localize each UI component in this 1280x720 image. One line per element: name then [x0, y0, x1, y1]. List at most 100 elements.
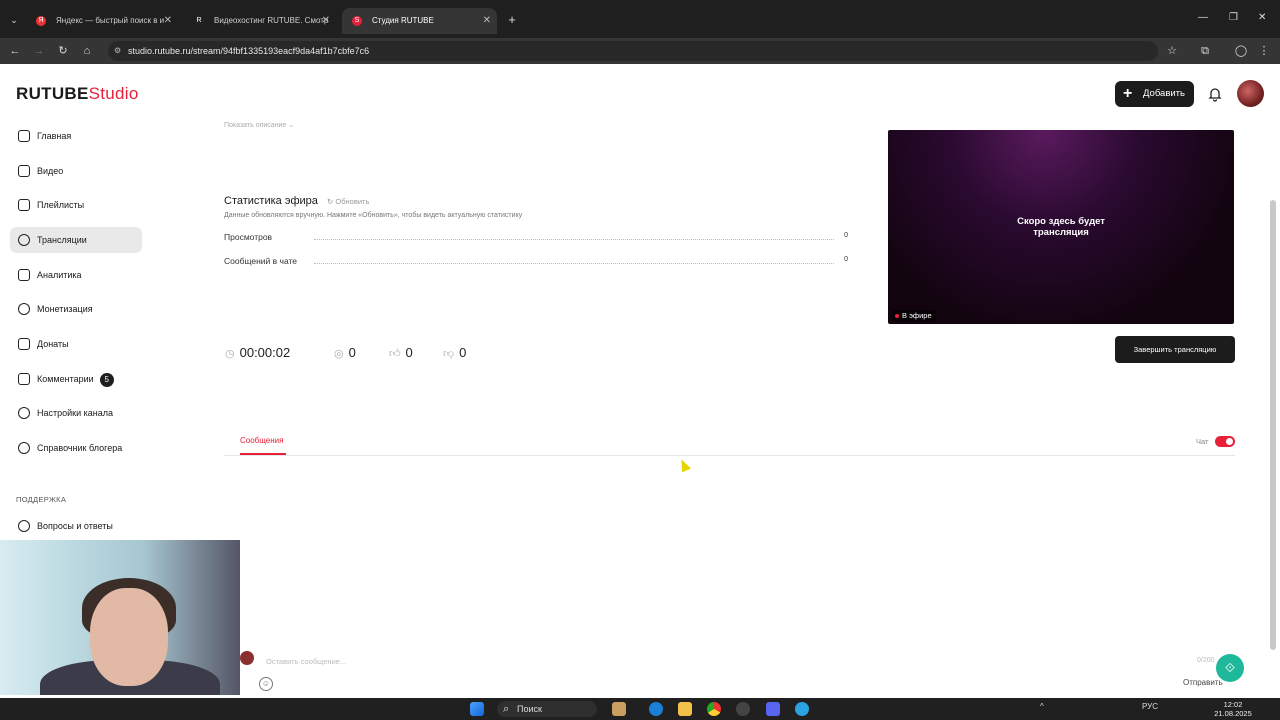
logo-studio-text: Studio — [88, 84, 139, 103]
bookmark-star-icon[interactable]: ☆ — [1164, 43, 1180, 59]
taskbar-search[interactable]: Поиск — [497, 701, 597, 717]
avatar[interactable] — [1237, 80, 1264, 107]
language-indicator[interactable]: РУС — [1142, 702, 1158, 711]
browser-tab[interactable]: R Видеохостинг RUTUBE. Смотр ✕ — [184, 8, 336, 34]
refresh-button[interactable]: ↻ Обновить — [327, 197, 369, 206]
extensions-icon[interactable]: ⧉ — [1197, 43, 1213, 59]
tab-title: Яндекс — быстрый поиск в и — [56, 16, 165, 25]
emoji-icon[interactable]: ☺ — [259, 677, 273, 691]
browser-tab[interactable]: Я Яндекс — быстрый поиск в и ✕ — [26, 8, 178, 34]
stats-note: Данные обновляются вручную. Нажмите «Обн… — [224, 212, 523, 219]
sidebar-item-comments[interactable]: Комментарии 5 — [10, 366, 142, 392]
analytics-icon — [18, 269, 30, 281]
support-chat-icon[interactable]: ⟐ — [1216, 654, 1244, 682]
close-icon[interactable]: ✕ — [164, 8, 172, 34]
taskbar-clock[interactable]: 12:02 21.08.2025 — [1213, 700, 1253, 718]
browser-tab-active[interactable]: S Студия RUTUBE ✕ — [342, 8, 497, 34]
live-badge: В эфире — [892, 310, 936, 322]
chat-avatar — [240, 651, 254, 665]
sidebar-item-blogger-guide[interactable]: Справочник блогера — [10, 435, 142, 461]
stat-row-chat-messages: Сообщений в чате 0 — [224, 256, 848, 268]
sidebar-item-label: Донаты — [37, 339, 69, 349]
sidebar-item-label: Плейлисты — [37, 200, 85, 210]
sidebar-item-home[interactable]: Главная — [10, 123, 142, 149]
reload-icon[interactable]: ↻ — [55, 43, 71, 59]
timer-value: 00:00:02 — [239, 345, 291, 360]
windows-start-icon[interactable] — [470, 702, 484, 716]
logo-text: RUTUBE — [16, 84, 89, 103]
sidebar-item-channel-settings[interactable]: Настройки канала — [10, 400, 142, 426]
webcam-overlay — [0, 540, 240, 695]
refresh-label: Обновить — [335, 197, 370, 206]
chevron-up-icon[interactable]: ^ — [1040, 702, 1044, 711]
stream-timer: ◷ 00:00:02 — [225, 344, 290, 362]
likes-count: 👍︎ 0 — [389, 344, 413, 362]
file-explorer-icon[interactable] — [678, 702, 692, 716]
forward-icon[interactable]: → — [31, 43, 47, 59]
obs-icon[interactable] — [736, 702, 750, 716]
sidebar-item-video[interactable]: Видео — [10, 158, 142, 184]
edge-icon[interactable] — [649, 702, 663, 716]
sidebar-item-donations[interactable]: Донаты — [10, 331, 142, 357]
home-icon — [18, 130, 30, 142]
telegram-icon[interactable] — [795, 702, 809, 716]
sidebar-item-analytics[interactable]: Аналитика — [10, 262, 142, 288]
stat-row-views: Просмотров 0 — [224, 232, 848, 244]
char-counter: 0/200 — [1197, 657, 1215, 664]
restore-icon[interactable]: ❐ — [1229, 12, 1238, 23]
comments-count-badge: 5 — [99, 373, 114, 387]
rutube-icon: R — [194, 16, 204, 26]
stat-label: Просмотров — [224, 232, 273, 242]
dislikes-count: 👎︎ 0 — [443, 344, 466, 362]
close-icon[interactable]: ✕ — [322, 8, 330, 34]
menu-icon[interactable]: ⋮ — [1256, 43, 1272, 59]
close-window-icon[interactable]: ✕ — [1258, 12, 1266, 23]
rutube-studio-logo[interactable]: RUTUBEStudio — [16, 84, 139, 104]
stream-preview[interactable]: Скоро здесь будет трансляция В эфире — [888, 130, 1234, 324]
tab-messages[interactable]: Сообщения — [240, 436, 283, 445]
bell-icon[interactable] — [1207, 86, 1223, 102]
playlist-icon — [18, 199, 30, 211]
sidebar-item-monetization[interactable]: Монетизация — [10, 296, 142, 322]
stats-title: Статистика эфира — [224, 195, 318, 207]
refresh-icon: ↻ — [327, 197, 334, 206]
sidebar-item-label: Главная — [37, 131, 72, 141]
home-icon[interactable]: ⌂ — [79, 43, 95, 59]
comments-icon — [18, 373, 30, 385]
money-icon — [18, 303, 30, 315]
scrollbar[interactable] — [1270, 200, 1276, 650]
close-icon[interactable]: ✕ — [483, 8, 491, 34]
site-info-icon[interactable]: ⚙ — [114, 41, 121, 61]
minimize-icon[interactable]: — — [1198, 12, 1208, 23]
address-bar[interactable]: ⚙ studio.rutube.ru/stream/94fbf1335193ea… — [108, 41, 1158, 61]
profile-icon[interactable]: ◯ — [1233, 43, 1249, 59]
end-stream-button[interactable]: Завершить трансляцию — [1115, 336, 1235, 363]
discord-icon[interactable] — [766, 702, 780, 716]
thumbs-down-icon: 👎︎ — [443, 348, 455, 360]
chat-toggle[interactable] — [1215, 436, 1235, 447]
stat-value: 0 — [844, 256, 848, 263]
message-input[interactable]: Оставить сообщение... — [258, 652, 1218, 672]
viewers-count: ◎ 0 — [334, 344, 356, 362]
send-button[interactable]: Отправить — [1183, 678, 1223, 687]
yandex-icon: Я — [36, 16, 46, 26]
divider — [224, 455, 1235, 456]
user-icon: ◎ — [334, 348, 344, 360]
tab-list-button[interactable]: ⌄ — [6, 12, 22, 28]
chrome-icon[interactable] — [707, 702, 721, 716]
dotted-leader — [314, 239, 834, 240]
sidebar-item-faq[interactable]: Вопросы и ответы — [10, 513, 142, 539]
add-button[interactable]: + Добавить — [1115, 81, 1194, 107]
new-tab-button[interactable]: + — [504, 12, 520, 28]
widget-icon[interactable] — [612, 702, 626, 716]
sidebar-item-playlists[interactable]: Плейлисты — [10, 192, 142, 218]
sidebar-item-broadcasts[interactable]: Трансляции — [10, 227, 142, 253]
broadcast-icon — [18, 234, 30, 246]
show-description-link[interactable]: Показать описание ⌄ — [224, 121, 294, 129]
likes-value: 0 — [405, 345, 413, 360]
back-icon[interactable]: ← — [7, 43, 23, 59]
preview-placeholder: Скоро здесь будет трансляция — [888, 216, 1234, 238]
chat-toggle-label: Чат — [1196, 437, 1209, 446]
tab-title: Студия RUTUBE — [372, 16, 434, 25]
dislikes-value: 0 — [459, 345, 467, 360]
